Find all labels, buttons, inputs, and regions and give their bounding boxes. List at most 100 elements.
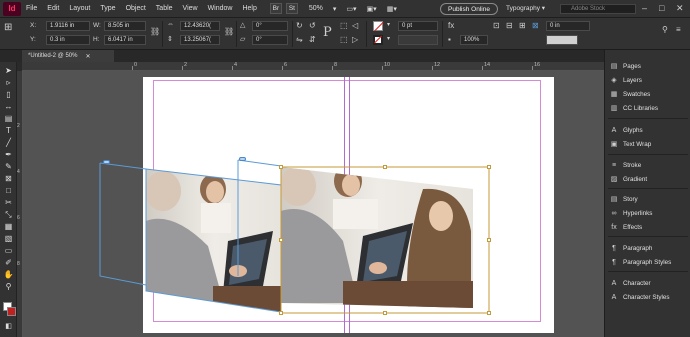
flip-horizontal-icon[interactable]: ⇋ <box>296 35 303 44</box>
pen-tool-icon[interactable]: ✒ <box>3 149 14 160</box>
flip-vertical-icon[interactable]: ⇵ <box>309 35 316 44</box>
formatting-affects-container-icon[interactable]: ◧ <box>3 320 14 331</box>
stock-search-input[interactable]: Adobe Stock <box>560 4 636 14</box>
panel-glyphs[interactable]: A Glyphs <box>609 124 643 136</box>
fill-dropdown-icon[interactable]: ▾ <box>387 21 390 28</box>
menu-file[interactable]: File <box>21 5 42 12</box>
page-tool-icon[interactable]: ▯ <box>3 89 14 100</box>
direct-selection-tool-icon[interactable]: ▹ <box>3 77 14 88</box>
content-grabber-handle[interactable] <box>239 157 246 161</box>
menu-table[interactable]: Table <box>151 5 178 12</box>
gradient-feather-tool-icon[interactable]: ▧ <box>3 233 14 244</box>
menu-help[interactable]: Help <box>237 5 261 12</box>
fit-content-icon[interactable]: ⊡ <box>493 21 500 30</box>
stroke-swatch[interactable] <box>373 35 383 45</box>
panel-paragraph-styles[interactable]: ¶ Paragraph Styles <box>609 256 671 268</box>
pencil-tool-icon[interactable]: ✎ <box>3 161 14 172</box>
reference-point-icon[interactable]: ⊞ <box>4 22 12 33</box>
resize-handle[interactable] <box>487 165 491 169</box>
stroke-weight-field[interactable]: 0 pt <box>398 21 438 31</box>
constrain-scale-icon[interactable]: ⛓ <box>224 27 234 36</box>
menu-layout[interactable]: Layout <box>64 5 95 12</box>
rotate-ccw-icon[interactable]: ↺ <box>309 21 316 30</box>
rectangle-tool-icon[interactable]: □ <box>3 185 14 196</box>
menu-window[interactable]: Window <box>203 5 238 12</box>
zoom-dropdown-icon[interactable]: ▾ <box>328 5 342 13</box>
scissors-tool-icon[interactable]: ✂ <box>3 197 14 208</box>
scale-y-field[interactable]: 13.25067( <box>180 35 220 45</box>
fill-swatch[interactable] <box>373 21 384 32</box>
menu-object[interactable]: Object <box>121 5 151 12</box>
horizontal-ruler[interactable]: 0 2 4 6 8 10 12 14 16 <box>22 62 604 71</box>
style-field[interactable] <box>546 35 578 45</box>
pasteboard[interactable] <box>23 71 604 337</box>
document-tab[interactable]: *Untitled-2 @ 50% ✕ <box>22 50 114 62</box>
publish-online-button[interactable]: Publish Online <box>440 3 498 15</box>
zoom-tool-icon[interactable]: ⚲ <box>3 281 14 292</box>
scale-x-field[interactable]: 12.43620( <box>180 21 220 31</box>
w-field[interactable]: 8.505 in <box>104 21 146 31</box>
fill-frame-icon[interactable]: ⊞ <box>519 21 526 30</box>
panel-pages[interactable]: ▤ Pages <box>609 60 641 72</box>
stroke-color-icon[interactable] <box>7 307 16 316</box>
screen-mode-icon[interactable]: ▣▾ <box>362 5 382 13</box>
resize-handle[interactable] <box>279 311 283 315</box>
zoom-level[interactable]: 50% <box>304 5 328 12</box>
photo-right[interactable] <box>278 165 478 311</box>
drop-shadow-icon[interactable]: ▪ <box>448 35 451 44</box>
cursor-icon[interactable]: ⚲ <box>662 25 668 34</box>
x-field[interactable]: 1.9116 in <box>46 21 90 31</box>
auto-fit-icon[interactable]: ⊠ <box>532 21 539 30</box>
fit-frame-icon[interactable]: ⊟ <box>506 21 513 30</box>
panel-character-styles[interactable]: A Character Styles <box>609 291 670 303</box>
resize-handle[interactable] <box>487 311 491 315</box>
line-tool-icon[interactable]: ╱ <box>3 137 14 148</box>
menu-view[interactable]: View <box>178 5 203 12</box>
menu-edit[interactable]: Edit <box>42 5 64 12</box>
menu-type[interactable]: Type <box>95 5 120 12</box>
panel-story[interactable]: ▤ Story <box>609 193 638 205</box>
selection-tool-icon[interactable]: ➤ <box>3 65 14 76</box>
close-icon[interactable]: ✕ <box>676 3 684 14</box>
panel-stroke[interactable]: ≡ Stroke <box>609 159 641 171</box>
stock-button[interactable]: St <box>285 3 298 14</box>
constrain-proportions-icon[interactable]: ⛓ <box>150 27 160 36</box>
resize-handle[interactable] <box>487 238 491 242</box>
gap-tool-icon[interactable]: ↔ <box>3 101 14 112</box>
eyedropper-tool-icon[interactable]: ✐ <box>3 257 14 268</box>
arrange-documents-icon[interactable]: ▦▾ <box>382 5 402 13</box>
panel-swatches[interactable]: ▦ Swatches <box>609 88 651 100</box>
rotate-cw-icon[interactable]: ↻ <box>296 21 303 30</box>
type-tool-icon[interactable]: T <box>3 125 14 136</box>
resize-handle[interactable] <box>279 238 283 242</box>
select-next-icon[interactable]: ▷ <box>352 35 358 44</box>
panel-hyperlinks[interactable]: ∞ Hyperlinks <box>609 207 653 219</box>
panel-text-wrap[interactable]: ▣ Text Wrap <box>609 138 652 150</box>
panel-character[interactable]: A Character <box>609 277 651 289</box>
panel-effects[interactable]: fx Effects <box>609 221 642 233</box>
rotation-field[interactable]: 0° <box>252 21 288 31</box>
maximize-icon[interactable]: □ <box>659 3 664 13</box>
content-grabber-handle[interactable] <box>103 160 110 164</box>
bridge-button[interactable]: Br <box>269 3 282 14</box>
h-field[interactable]: 6.0417 in <box>104 35 146 45</box>
workspace-switcher[interactable]: Typography ▾ <box>506 4 545 12</box>
note-tool-icon[interactable]: ▭ <box>3 245 14 256</box>
panel-menu-icon[interactable]: ≡ <box>676 25 681 34</box>
y-field[interactable]: 0.3 in <box>46 35 90 45</box>
panel-gradient[interactable]: ▨ Gradient <box>609 173 647 185</box>
panel-cc-libraries[interactable]: ▥ CC Libraries <box>609 102 658 114</box>
shear-field[interactable]: 0° <box>252 35 288 45</box>
opacity-field[interactable]: 100% <box>460 35 488 45</box>
effects-icon[interactable]: fx <box>448 21 454 30</box>
gradient-swatch-tool-icon[interactable]: ▦ <box>3 221 14 232</box>
minimize-icon[interactable]: – <box>642 3 647 13</box>
panel-paragraph[interactable]: ¶ Paragraph <box>609 242 652 254</box>
free-transform-tool-icon[interactable]: ⤡ <box>3 209 14 220</box>
hand-tool-icon[interactable]: ✋ <box>3 269 14 280</box>
view-options-icon[interactable]: ▭▾ <box>341 5 361 13</box>
select-container-icon[interactable]: ⬚ <box>340 21 348 30</box>
paragraph-direction-icon[interactable]: P <box>323 25 332 40</box>
rectangle-frame-tool-icon[interactable]: ⊠ <box>3 173 14 184</box>
close-tab-icon[interactable]: ✕ <box>85 53 90 60</box>
